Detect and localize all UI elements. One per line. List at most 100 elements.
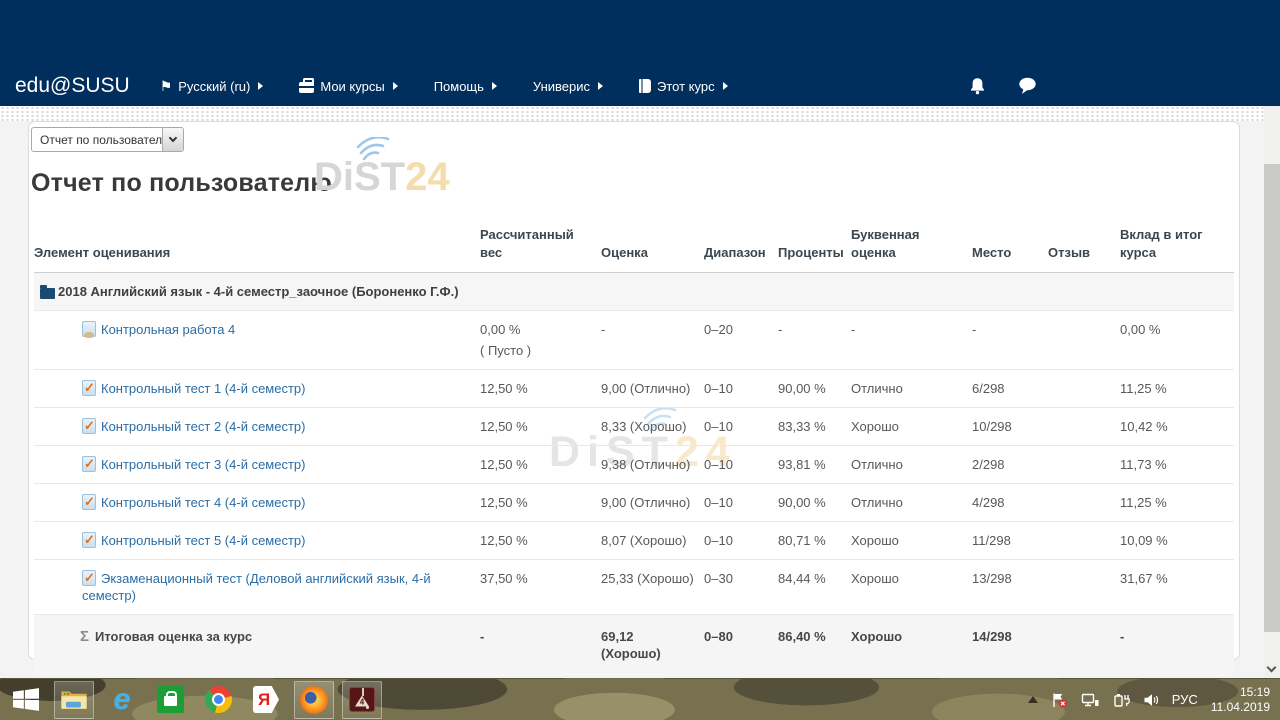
- scrollbar-down-arrow-icon[interactable]: [1267, 663, 1277, 673]
- chevron-down-icon: [169, 134, 177, 142]
- select-arrow-button[interactable]: [162, 128, 183, 151]
- internet-explorer-icon: e: [114, 685, 131, 715]
- windows-store-button[interactable]: [150, 681, 190, 719]
- nav-my-courses[interactable]: Мои курсы: [299, 79, 397, 94]
- chevron-right-icon: [258, 82, 263, 90]
- site-header: edu@SUSU ⚑ Русский (ru) Мои курсы Помощь…: [0, 0, 1280, 106]
- quiz-icon: [82, 456, 96, 472]
- grade-item-link[interactable]: Контрольный тест 5 (4-й семестр): [101, 533, 305, 548]
- chevron-right-icon: [723, 82, 728, 90]
- table-row: Экзаменационный тест (Деловой английский…: [34, 560, 1234, 615]
- col-feedback: Отзыв: [1048, 214, 1120, 273]
- assignment-icon: [82, 321, 96, 337]
- nav-help-label: Помощь: [434, 79, 484, 94]
- file-explorer-icon: [60, 688, 88, 711]
- internet-explorer-button[interactable]: e: [102, 681, 142, 719]
- col-grade: Оценка: [601, 214, 704, 273]
- windows-taskbar: e Я 4: [0, 678, 1280, 720]
- quiz-icon: [82, 532, 96, 548]
- clock-time: 15:19: [1211, 685, 1270, 700]
- category-name: 2018 Английский язык - 4-й семестр_заочн…: [58, 284, 459, 299]
- report-type-value: Отчет по пользователю: [40, 133, 171, 147]
- chrome-button[interactable]: [198, 681, 238, 719]
- action-center-flag-icon[interactable]: [1051, 692, 1068, 708]
- windows-logo-icon: [13, 688, 39, 711]
- grade-item-link[interactable]: Контрольный тест 4 (4-й семестр): [101, 495, 305, 510]
- clock[interactable]: 15:19 11.04.2019: [1211, 685, 1270, 715]
- firefox-icon: [300, 686, 328, 714]
- nav-this-course-label: Этот курс: [657, 79, 715, 94]
- nav-univeris[interactable]: Универис: [533, 79, 603, 94]
- nav-univeris-label: Универис: [533, 79, 590, 94]
- col-percent: Проценты: [778, 214, 851, 273]
- tray-expand-arrow-icon[interactable]: [1028, 696, 1038, 703]
- windows-store-icon: [157, 686, 184, 713]
- brand-logo[interactable]: edu@SUSU: [15, 74, 130, 98]
- col-rank: Место: [972, 214, 1048, 273]
- nav-this-course[interactable]: Этот курс: [639, 79, 728, 94]
- quiz-icon: [82, 418, 96, 434]
- nav-language-label: Русский (ru): [178, 79, 250, 94]
- grade-item-link[interactable]: Контрольный тест 3 (4-й семестр): [101, 457, 305, 472]
- firefox-button[interactable]: [294, 681, 334, 719]
- quiz-icon: [82, 380, 96, 396]
- network-icon[interactable]: [1081, 692, 1100, 708]
- course-total-label: Итоговая оценка за курс: [95, 629, 252, 644]
- page-title: Отчет по пользователю: [31, 169, 1239, 198]
- file-explorer-button[interactable]: [54, 681, 94, 719]
- col-letter: Буквенная оценка: [851, 214, 972, 273]
- chevron-right-icon: [492, 82, 497, 90]
- table-row: Контрольный тест 2 (4-й семестр) 12,50 %…: [34, 408, 1234, 446]
- folder-icon: [40, 288, 55, 299]
- system-tray: РУС 15:19 11.04.2019: [1028, 685, 1280, 715]
- grade-item-link[interactable]: Контрольная работа 4: [101, 322, 235, 337]
- volume-speaker-icon[interactable]: [1143, 692, 1159, 708]
- book-icon: [639, 79, 651, 93]
- language-indicator[interactable]: РУС: [1172, 692, 1198, 707]
- grade-item-link[interactable]: Контрольный тест 2 (4-й семестр): [101, 419, 305, 434]
- header-actions: [969, 77, 1037, 95]
- start-button[interactable]: [6, 681, 46, 719]
- course-total-row: ΣИтоговая оценка за курс - 69,12 (Хорошо…: [34, 615, 1234, 677]
- flag-icon: ⚑: [160, 79, 173, 93]
- grade-item-link[interactable]: Контрольный тест 1 (4-й семестр): [101, 381, 305, 396]
- col-range: Диапазон: [704, 214, 778, 273]
- nav-my-courses-label: Мои курсы: [320, 79, 384, 94]
- clock-date: 11.04.2019: [1211, 700, 1270, 715]
- col-grade-item: Элемент оценивания: [34, 214, 480, 273]
- page-top-texture: [0, 106, 1264, 121]
- table-row: Контрольный тест 3 (4-й семестр) 12,50 %…: [34, 446, 1234, 484]
- chevron-right-icon: [393, 82, 398, 90]
- report-type-select[interactable]: Отчет по пользователю: [31, 127, 184, 152]
- notifications-bell-icon[interactable]: [969, 77, 986, 95]
- scrollbar-thumb[interactable]: [1264, 164, 1280, 632]
- sigma-icon: Σ: [80, 628, 89, 645]
- package-app-icon: 4: [349, 687, 375, 712]
- archive-app-button[interactable]: 4: [342, 681, 382, 719]
- briefcase-icon: [299, 82, 314, 93]
- table-row: Контрольный тест 4 (4-й семестр) 12,50 %…: [34, 484, 1234, 522]
- category-row: 2018 Английский язык - 4-й семестр_заочн…: [34, 273, 1234, 311]
- navbar: edu@SUSU ⚑ Русский (ru) Мои курсы Помощь…: [0, 66, 1280, 106]
- messages-chat-icon[interactable]: [1018, 77, 1037, 95]
- grades-table: Элемент оценивания Рассчитанный вес Оцен…: [34, 214, 1234, 676]
- quiz-icon: [82, 570, 96, 586]
- nav-language[interactable]: ⚑ Русский (ru): [160, 79, 264, 94]
- table-row: Контрольный тест 5 (4-й семестр) 12,50 %…: [34, 522, 1234, 560]
- chevron-right-icon: [598, 82, 603, 90]
- yandex-browser-button[interactable]: Я: [246, 681, 286, 719]
- col-contribution: Вклад в итог курса: [1120, 214, 1234, 273]
- table-row: Контрольный тест 1 (4-й семестр) 12,50 %…: [34, 370, 1234, 408]
- wifi-arcs-icon: [348, 137, 396, 163]
- chrome-icon: [205, 686, 232, 713]
- col-weight: Рассчитанный вес: [480, 214, 601, 273]
- quiz-icon: [82, 494, 96, 510]
- nav-help[interactable]: Помощь: [434, 79, 497, 94]
- vertical-scrollbar[interactable]: [1264, 106, 1280, 678]
- table-row: Контрольная работа 4 0,00 %( Пусто ) - 0…: [34, 311, 1234, 370]
- yandex-browser-icon: Я: [253, 686, 279, 713]
- power-battery-icon[interactable]: [1113, 692, 1130, 708]
- grade-item-link[interactable]: Экзаменационный тест (Деловой английский…: [82, 571, 431, 603]
- table-header-row: Элемент оценивания Рассчитанный вес Оцен…: [34, 214, 1234, 273]
- content-card: Отчет по пользователю Отчет по пользоват…: [28, 121, 1240, 660]
